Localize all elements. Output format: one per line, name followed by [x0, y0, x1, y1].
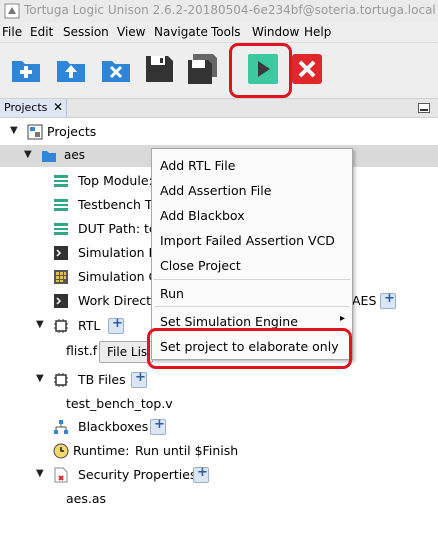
module-icon — [54, 199, 68, 211]
work-directory-value: AES — [352, 293, 377, 308]
toolbar — [0, 43, 438, 99]
expand-icon[interactable]: ▼ — [24, 149, 32, 160]
title-bar: Tortuga Logic Unison 2.6.2-20180504-6e23… — [0, 0, 438, 22]
expand-icon[interactable]: ▼ — [36, 468, 44, 479]
testbench-label: Testbench To — [78, 197, 159, 212]
menu-separator — [154, 306, 350, 307]
submenu-arrow-icon: ▸ — [340, 313, 346, 324]
menu-navigate[interactable]: Navigate — [154, 25, 208, 39]
menu-item-run[interactable]: Run — [160, 286, 184, 301]
import-project-icon[interactable] — [55, 53, 87, 85]
close-icon[interactable]: ✕ — [53, 100, 63, 114]
flist-label: flist.f — [66, 343, 98, 358]
runtime-label: Runtime: — [73, 443, 130, 458]
hierarchy-icon — [54, 420, 68, 434]
menu-tools[interactable]: Tools — [211, 25, 241, 39]
tb-files-label: TB Files — [78, 372, 126, 387]
tab-projects[interactable]: Projects ✕ — [0, 99, 67, 117]
module-icon — [54, 175, 68, 187]
tree-item-runtime[interactable]: Runtime: Run until $Finish — [0, 440, 260, 462]
stop-icon[interactable] — [291, 53, 323, 85]
add-rtl-plus-icon[interactable] — [108, 316, 124, 334]
menu-item-set-simulation-engine[interactable]: Set Simulation Engine — [160, 314, 298, 329]
tree-item-security-properties[interactable]: ▼ Security Properties — [0, 464, 260, 486]
security-properties-label: Security Properties — [78, 467, 197, 482]
grid-icon — [54, 270, 68, 284]
menu-item-add-assertion-file[interactable]: Add Assertion File — [160, 183, 271, 198]
add-tb-file-plus-icon[interactable] — [131, 370, 147, 388]
terminal-icon — [54, 246, 68, 260]
close-project-icon[interactable] — [100, 53, 132, 85]
menu-view[interactable]: View — [117, 25, 145, 39]
expand-icon[interactable]: ▼ — [36, 319, 44, 330]
rtl-label: RTL — [78, 318, 101, 333]
add-blackbox-plus-icon[interactable] — [150, 417, 166, 435]
tree-root-projects[interactable]: ▼ Projects — [0, 121, 200, 143]
elaborate-highlight-annotation — [147, 328, 352, 369]
top-module-label: Top Module: — [78, 173, 153, 188]
add-security-plus-icon[interactable] — [193, 465, 209, 483]
projects-icon — [27, 124, 43, 140]
file-list-button-label: File Lis — [107, 345, 148, 359]
project-name: aes — [64, 148, 85, 162]
work-directory-label: Work Directo — [78, 293, 159, 308]
tb-file-label: test_bench_top.v — [66, 396, 173, 411]
runtime-value: Run until $Finish — [135, 443, 239, 458]
panel-tab-bar: Projects ✕ — [0, 99, 438, 118]
menu-window[interactable]: Window — [252, 25, 299, 39]
dut-path-label: DUT Path: te — [78, 221, 157, 236]
menu-bar: File Edit Session View Navigate Tools Wi… — [0, 22, 438, 43]
expand-icon[interactable]: ▼ — [10, 125, 18, 136]
tree-item-tb-files[interactable]: ▼ TB Files — [0, 369, 200, 391]
window-title: Tortuga Logic Unison 2.6.2-20180504-6e23… — [24, 3, 436, 17]
save-all-icon[interactable] — [186, 53, 218, 85]
menu-item-add-rtl-file[interactable]: Add RTL File — [160, 158, 235, 173]
menu-separator — [154, 279, 350, 280]
module-icon — [54, 223, 68, 235]
tree-item-tb-file[interactable]: test_bench_top.v — [0, 393, 200, 415]
tree-root-label: Projects — [47, 124, 97, 139]
clock-icon — [53, 443, 69, 459]
menu-item-import-failed-assertion-vcd[interactable]: Import Failed Assertion VCD — [160, 233, 335, 248]
tree-item-blackboxes[interactable]: Blackboxes — [0, 416, 200, 438]
simulation-r-label: Simulation R — [78, 245, 158, 260]
edit-plus-icon[interactable] — [380, 291, 396, 309]
folder-icon — [42, 151, 56, 162]
menu-item-add-blackbox[interactable]: Add Blackbox — [160, 208, 245, 223]
menu-item-close-project[interactable]: Close Project — [160, 258, 241, 273]
menu-edit[interactable]: Edit — [30, 25, 53, 39]
file-list-button[interactable]: File Lis — [99, 341, 153, 363]
terminal-icon — [54, 294, 68, 308]
tab-projects-label: Projects — [4, 101, 48, 114]
expand-icon[interactable]: ▼ — [36, 373, 44, 384]
security-file-icon — [54, 467, 68, 483]
new-project-icon[interactable] — [10, 53, 42, 85]
chip-icon — [54, 319, 68, 333]
menu-session[interactable]: Session — [63, 25, 109, 39]
save-icon[interactable] — [143, 53, 175, 85]
chip-icon — [54, 373, 68, 387]
menu-help[interactable]: Help — [304, 25, 331, 39]
app-icon — [4, 3, 20, 19]
blackboxes-label: Blackboxes — [78, 419, 149, 434]
menu-file[interactable]: File — [2, 25, 22, 39]
security-file-label: aes.as — [66, 491, 107, 506]
tree-item-security-file[interactable]: aes.as — [0, 488, 200, 510]
run-highlight-annotation — [229, 43, 292, 98]
minimize-panel-button[interactable] — [418, 103, 430, 113]
